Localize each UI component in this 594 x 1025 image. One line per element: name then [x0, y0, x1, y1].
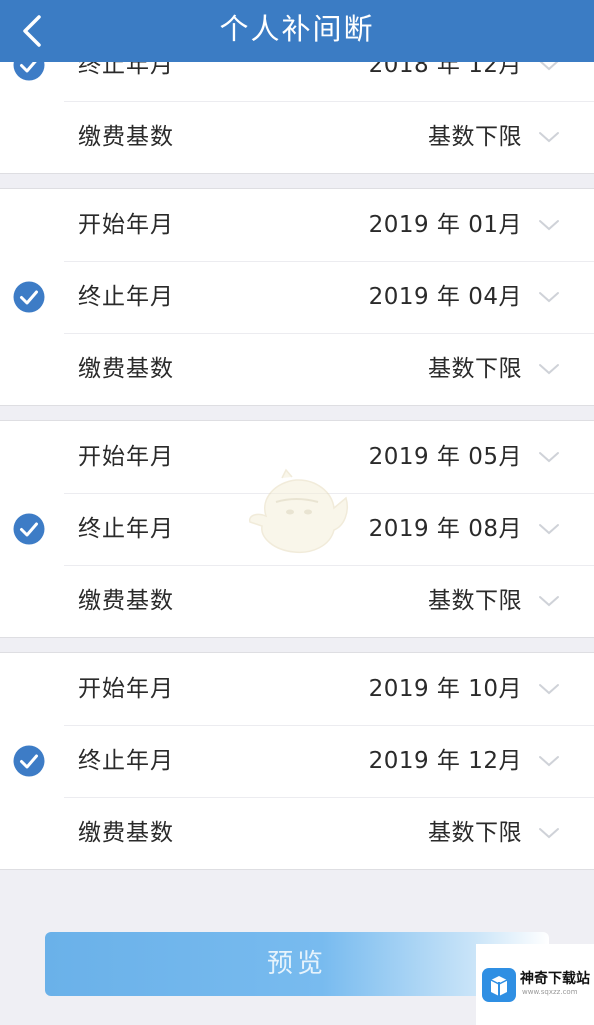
- base-value: 基数下限: [428, 588, 522, 614]
- base-label: 缴费基数: [78, 588, 174, 614]
- watermark-site-url: www.sqxzz.com: [522, 988, 578, 996]
- checked-icon[interactable]: [13, 513, 45, 545]
- mascot-watermark-icon: [248, 468, 348, 554]
- end-month-value: 2019 年 04月: [368, 284, 522, 310]
- start-month-value: 2019 年 10月: [368, 676, 522, 702]
- base-value: 基数下限: [428, 124, 522, 150]
- chevron-down-icon: [539, 132, 559, 143]
- watermark-site-name: 神奇下载站: [520, 971, 590, 987]
- page-title: 个人补间断: [219, 12, 375, 46]
- end-month-label: 终止年月: [78, 284, 174, 310]
- record-group: 开始年月 2019 年 10月 终止年月 2019 年 12月 缴费基数 基数下…: [0, 652, 594, 870]
- checked-icon[interactable]: [13, 745, 45, 777]
- site-watermark: 神奇下载站 www.sqxzz.com: [476, 944, 594, 1025]
- end-month-label: 终止年月: [78, 516, 174, 542]
- start-month-value: 2019 年 05月: [368, 444, 522, 470]
- start-month-row[interactable]: 开始年月 2019 年 10月: [0, 653, 594, 725]
- chevron-down-icon: [539, 220, 559, 231]
- chevron-down-icon: [539, 524, 559, 535]
- base-row[interactable]: 缴费基数 基数下限: [0, 565, 594, 637]
- base-value: 基数下限: [428, 820, 522, 846]
- preview-button[interactable]: 预览: [45, 932, 549, 996]
- record-group: 开始年月 2019 年 01月 终止年月 2019 年 04月 缴费基数 基数下…: [0, 188, 594, 406]
- base-row[interactable]: 缴费基数 基数下限: [0, 101, 594, 173]
- start-month-label: 开始年月: [78, 676, 174, 702]
- end-month-value: 2019 年 08月: [368, 516, 522, 542]
- base-label: 缴费基数: [78, 356, 174, 382]
- chevron-down-icon: [539, 452, 559, 463]
- start-month-label: 开始年月: [78, 444, 174, 470]
- end-month-value: 2019 年 12月: [368, 748, 522, 774]
- start-month-row[interactable]: 开始年月 2019 年 01月: [0, 189, 594, 261]
- checked-icon[interactable]: [13, 281, 45, 313]
- base-row[interactable]: 缴费基数 基数下限: [0, 333, 594, 405]
- chevron-down-icon: [539, 828, 559, 839]
- base-label: 缴费基数: [78, 124, 174, 150]
- chevron-down-icon: [539, 756, 559, 767]
- base-row[interactable]: 缴费基数 基数下限: [0, 797, 594, 869]
- chevron-down-icon: [539, 684, 559, 695]
- end-month-row[interactable]: 终止年月 2019 年 12月: [0, 725, 594, 797]
- base-label: 缴费基数: [78, 820, 174, 846]
- start-month-value: 2019 年 01月: [368, 212, 522, 238]
- end-month-label: 终止年月: [78, 748, 174, 774]
- navigation-bar: 个人补间断: [0, 0, 594, 62]
- download-box-icon: [482, 968, 516, 1002]
- base-value: 基数下限: [428, 356, 522, 382]
- chevron-down-icon: [539, 292, 559, 303]
- chevron-down-icon: [539, 596, 559, 607]
- start-month-label: 开始年月: [78, 212, 174, 238]
- end-month-row[interactable]: 终止年月 2019 年 04月: [0, 261, 594, 333]
- chevron-down-icon: [539, 364, 559, 375]
